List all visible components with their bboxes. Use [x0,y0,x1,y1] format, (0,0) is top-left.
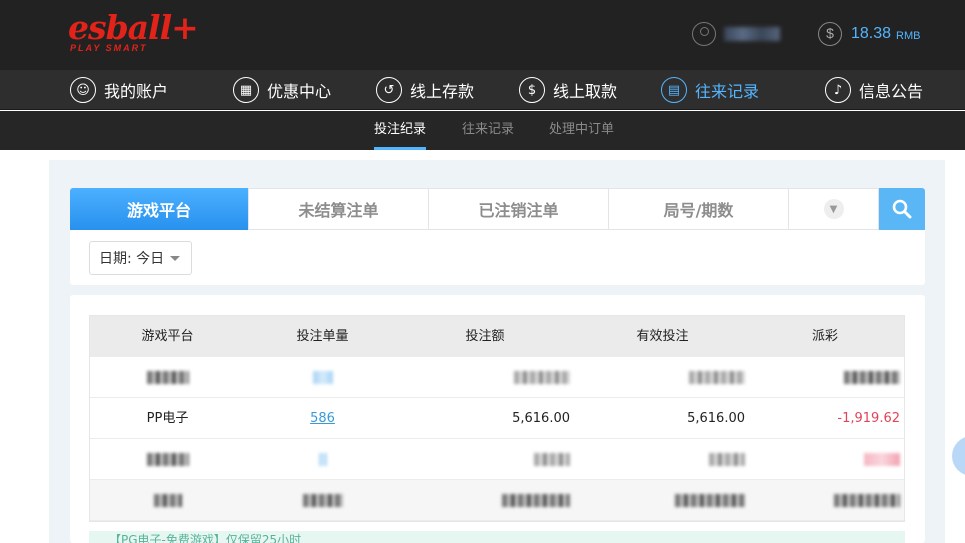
subnav-pending-orders[interactable]: 处理中订单 [549,111,614,150]
user-icon: ☺ [70,77,96,103]
table-row [90,357,904,398]
notice-text: 【PG电子-免费游戏】仅保留25小时 [109,533,302,543]
bet-summary-table: 游戏平台 投注单量 投注额 有效投注 派彩 PP电子 586 5,616.00 … [89,315,905,522]
bet-count-value[interactable]: 586 [310,411,335,426]
withdraw-icon: $ [519,77,545,103]
subnav-bet-records[interactable]: 投注纪录 [374,111,427,150]
nav-announcements[interactable]: ♪ 信息公告 [825,76,923,104]
table-row [90,439,904,480]
deposit-icon: ↺ [376,77,402,103]
blurred-cell [745,480,900,521]
nav-label: 信息公告 [859,82,924,101]
valid-bet: 5,616.00 [687,411,745,426]
blurred-cell [90,480,245,521]
subnav-transactions[interactable]: 往来记录 [462,111,514,150]
floating-chat-bubble[interactable] [952,436,965,476]
tab-cancelled[interactable]: 已注销注单 [429,188,609,230]
chevron-down-icon: ▼ [823,199,844,219]
col-header-valid-bet: 有效投注 [636,329,689,344]
nav-label: 我的账户 [104,82,169,101]
col-header-bet-amount: 投注额 [465,329,505,344]
blurred-cell [570,480,745,521]
table-header-row: 游戏平台 投注单量 投注额 有效投注 派彩 [90,316,904,357]
blurred-cell [245,480,400,521]
nav-records[interactable]: ▤ 往来记录 [661,76,759,104]
payout: -1,919.62 [837,411,900,426]
bet-amount: 5,616.00 [512,411,570,426]
date-filter-select[interactable]: 日期: 今日 [89,241,192,275]
record-tabs: 游戏平台 未结算注单 已注销注单 局号/期数 ▼ [70,188,925,230]
col-header-bet-count: 投注单量 [296,329,349,344]
user-avatar-icon [692,22,716,46]
nav-deposit[interactable]: ↺ 线上存款 [376,76,474,104]
top-header: esball+ PLAY SMART $ 18.38 RMB [0,0,965,70]
notice-banner: 【PG电子-免费游戏】仅保留25小时 [89,531,905,543]
blurred-cell [90,439,245,480]
nav-label: 线上取款 [553,82,618,101]
nav-my-account[interactable]: ☺ 我的账户 [70,76,168,104]
tab-unsettled[interactable]: 未结算注单 [248,188,429,230]
table-total-row [90,480,904,521]
blurred-cell [570,357,745,398]
blurred-cell [400,357,570,398]
nav-label: 线上存款 [410,82,475,101]
blurred-cell [90,357,245,398]
user-account-box[interactable] [692,22,792,46]
balance-currency: RMB [896,29,921,42]
username-blurred [724,27,780,41]
date-filter-label: 日期: 今日 [99,251,165,267]
table-row: PP电子 586 5,616.00 5,616.00 -1,919.62 [90,398,904,439]
balance-value: 18.38 [851,25,892,42]
records-icon: ▤ [661,77,687,103]
blurred-cell [745,439,900,480]
bell-icon: ♪ [825,77,851,103]
nav-label: 优惠中心 [267,82,332,101]
tab-round-number[interactable]: 局号/期数 [609,188,789,230]
blurred-cell [400,439,570,480]
logo-tagline: PLAY SMART [70,43,148,53]
caret-down-icon [170,255,181,261]
col-header-platform: 游戏平台 [141,329,194,344]
sub-nav: 投注纪录 往来记录 处理中订单 [0,111,965,150]
tab-more[interactable]: ▼ [789,188,879,230]
dollar-icon: $ [818,22,842,46]
nav-promotions[interactable]: ▦ 优惠中心 [233,76,331,104]
gift-icon: ▦ [233,77,259,103]
bet-count-link[interactable]: 586 [245,398,400,439]
platform-name: PP电子 [146,411,189,426]
main-nav: ☺ 我的账户 ▦ 优惠中心 ↺ 线上存款 $ 线上取款 ▤ 往来记录 ♪ 信息公… [0,70,965,110]
search-icon [892,199,912,219]
blurred-link-cell[interactable] [245,439,400,480]
logo-wordmark: esball+ [68,8,199,47]
nav-label: 往来记录 [695,82,760,101]
search-button[interactable] [879,188,925,230]
blurred-cell [745,357,900,398]
blurred-cell [570,439,745,480]
blurred-link-cell[interactable] [245,357,400,398]
tab-game-platform[interactable]: 游戏平台 [70,188,248,230]
blurred-cell [400,480,570,521]
balance-display[interactable]: $ 18.38 RMB [818,20,921,48]
esball-logo[interactable]: esball+ PLAY SMART [68,8,199,56]
col-header-payout: 派彩 [811,329,838,344]
nav-withdraw[interactable]: $ 线上取款 [519,76,617,104]
